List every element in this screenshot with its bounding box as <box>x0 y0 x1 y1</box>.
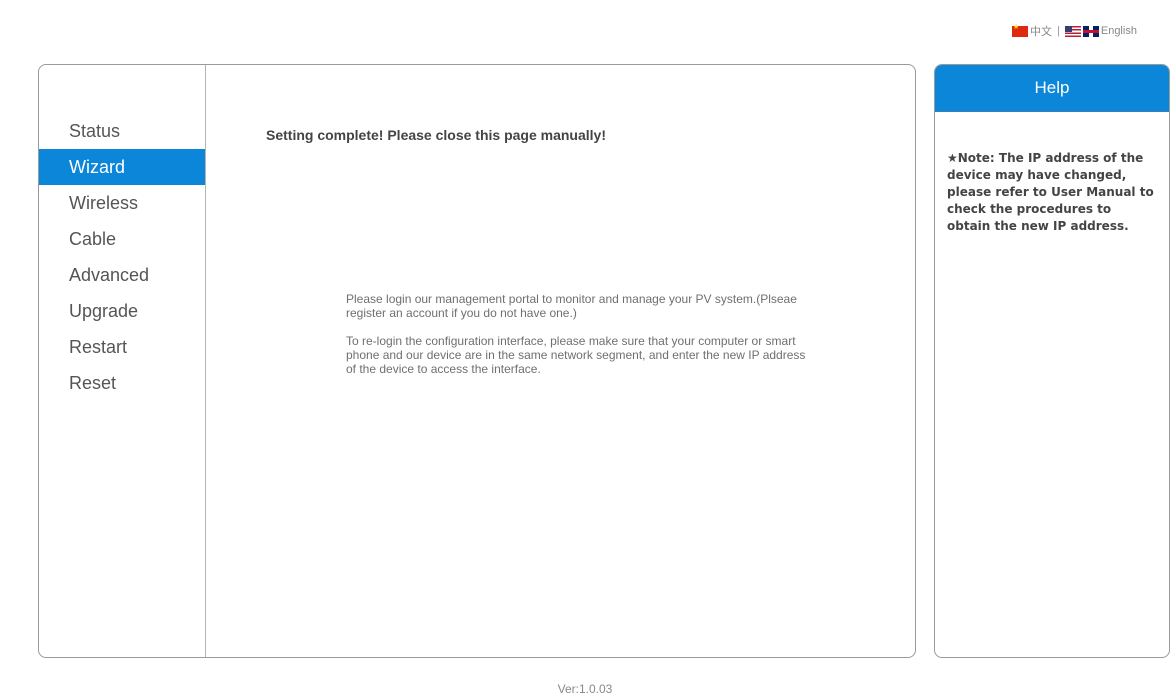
china-flag-icon[interactable] <box>1012 23 1028 37</box>
help-panel: Help ★Note: The IP address of the device… <box>934 64 1170 658</box>
chinese-language-link[interactable]: 中文 <box>1030 23 1052 39</box>
portal-login-paragraph: Please login our management portal to mo… <box>346 292 797 320</box>
setting-complete-message: Setting complete! Please close this page… <box>266 127 606 143</box>
info-text: Please login our management portal to mo… <box>346 292 808 390</box>
sidebar-item-wizard[interactable]: Wizard <box>39 149 205 185</box>
sidebar-menu: Status Wizard Wireless Cable Advanced Up… <box>39 113 205 401</box>
sidebar-item-reset[interactable]: Reset <box>39 365 205 401</box>
sidebar-item-restart[interactable]: Restart <box>39 329 205 365</box>
sidebar: Status Wizard Wireless Cable Advanced Up… <box>39 65 206 657</box>
english-language-link[interactable]: English <box>1101 25 1137 37</box>
star-icon: ★ <box>947 151 958 165</box>
help-note: ★Note: The IP address of the device may … <box>935 112 1169 235</box>
sidebar-item-status[interactable]: Status <box>39 113 205 149</box>
relogin-paragraph: To re-login the configuration interface,… <box>346 334 806 376</box>
help-title: Help <box>935 65 1169 112</box>
version-label: Ver:1.0.03 <box>557 682 613 696</box>
sidebar-item-wireless[interactable]: Wireless <box>39 185 205 221</box>
content-area: Setting complete! Please close this page… <box>206 65 915 657</box>
main-panel: Status Wizard Wireless Cable Advanced Up… <box>38 64 916 658</box>
language-separator: | <box>1057 25 1060 37</box>
language-switcher: 中文 | English <box>1012 22 1137 40</box>
us-flag-icon[interactable] <box>1064 25 1081 37</box>
sidebar-item-advanced[interactable]: Advanced <box>39 257 205 293</box>
help-note-text: Note: The IP address of the device may h… <box>947 151 1154 233</box>
sidebar-item-upgrade[interactable]: Upgrade <box>39 293 205 329</box>
sidebar-item-cable[interactable]: Cable <box>39 221 205 257</box>
uk-flag-icon[interactable] <box>1082 25 1099 37</box>
